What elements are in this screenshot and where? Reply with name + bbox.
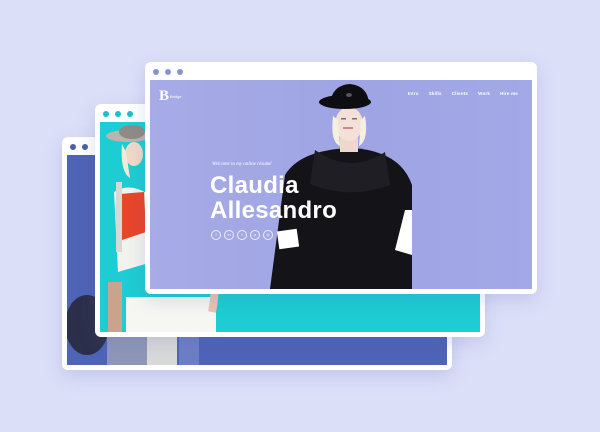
window-controls bbox=[153, 69, 183, 75]
window-dot bbox=[153, 69, 159, 75]
window-dot bbox=[115, 111, 121, 117]
site-logo[interactable]: BBridge bbox=[159, 88, 182, 105]
window-dot bbox=[82, 144, 88, 150]
window-dot bbox=[103, 111, 109, 117]
logo-letter: B bbox=[159, 88, 170, 104]
window-dot bbox=[127, 111, 133, 117]
window-dot bbox=[165, 69, 171, 75]
nav-item-work[interactable]: Work bbox=[478, 91, 490, 96]
window-controls bbox=[70, 144, 88, 150]
nav-item-clients[interactable]: Clients bbox=[452, 91, 468, 96]
hero-name-last: Allesandro bbox=[210, 197, 338, 224]
site-nav: Intro Skills Clients Work Hire me bbox=[408, 91, 518, 96]
linkedin-icon[interactable]: in bbox=[224, 230, 234, 240]
window-controls bbox=[103, 111, 133, 117]
instagram-icon[interactable]: ◎ bbox=[263, 230, 273, 240]
browser-window-front[interactable]: BBridge Intro Skills Clients Work Hire m… bbox=[145, 62, 537, 294]
hero-model-photo bbox=[270, 84, 412, 289]
facebook-icon[interactable]: f bbox=[211, 230, 221, 240]
pinterest-icon[interactable]: p bbox=[250, 230, 260, 240]
nav-item-skills[interactable]: Skills bbox=[429, 91, 442, 96]
window-dot bbox=[177, 69, 183, 75]
social-links: f in t p ◎ bbox=[211, 230, 273, 240]
window-dot bbox=[70, 144, 76, 150]
hero-name: Claudia Allesandro bbox=[210, 173, 337, 223]
logo-subtext: Bridge bbox=[170, 94, 182, 99]
website-preview-front: BBridge Intro Skills Clients Work Hire m… bbox=[150, 80, 532, 289]
twitter-icon[interactable]: t bbox=[237, 230, 247, 240]
nav-item-intro[interactable]: Intro bbox=[408, 91, 419, 96]
nav-item-hire-me[interactable]: Hire me bbox=[500, 91, 518, 96]
welcome-text: Welcome to my online résumé bbox=[212, 162, 272, 167]
hero-name-first: Claudia bbox=[210, 172, 299, 199]
